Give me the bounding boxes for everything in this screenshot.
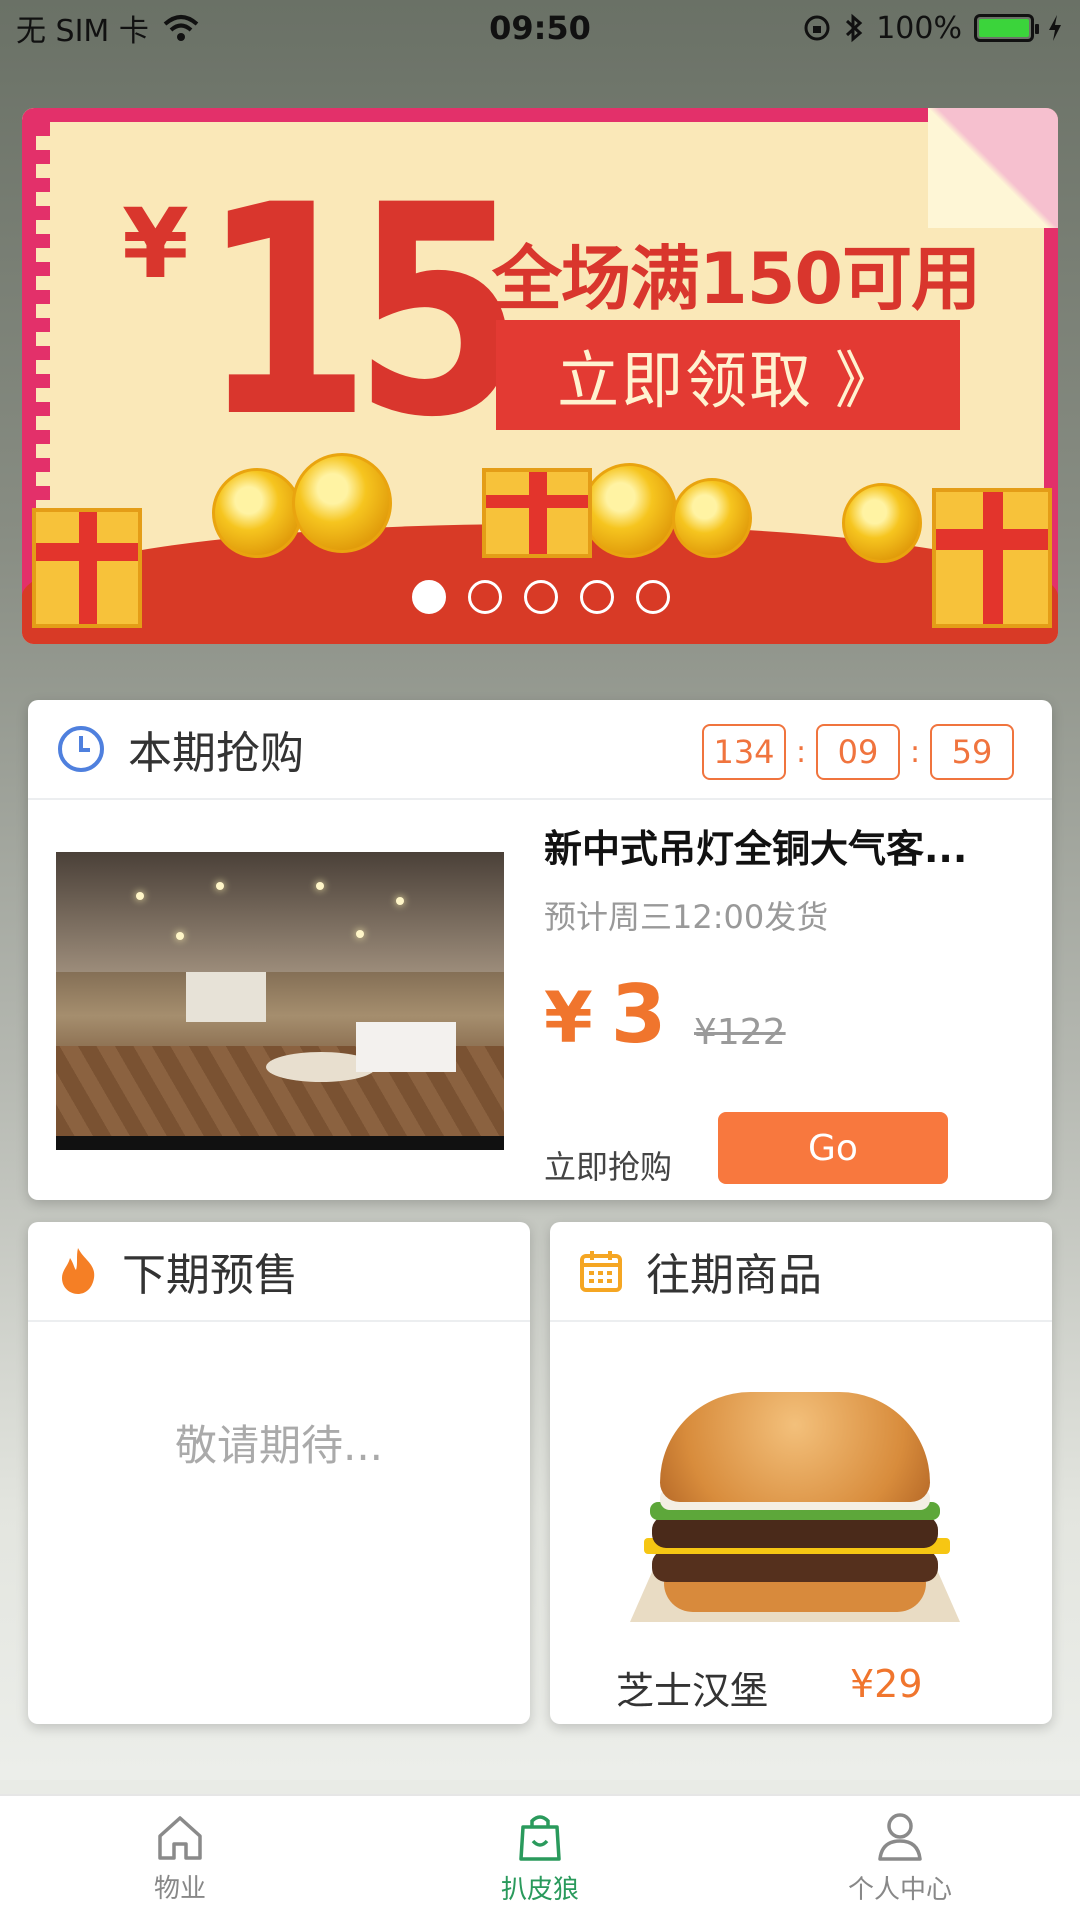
past-item-price: ¥29 — [850, 1662, 923, 1706]
tab-profile[interactable]: 个人中心 — [720, 1796, 1080, 1920]
flash-sale-card[interactable]: 本期抢购 134 : 09 : 59 新中式吊灯全铜大气客... 预计周三12:… — [28, 700, 1052, 1200]
pagination-dot[interactable] — [524, 580, 558, 614]
past-items-header: 往期商品 — [550, 1222, 1052, 1322]
charging-icon — [1049, 15, 1061, 41]
go-button[interactable]: Go — [718, 1112, 948, 1184]
presale-title: 下期预售 — [122, 1250, 298, 1301]
pagination-dot[interactable] — [580, 580, 614, 614]
bottom-tab-bar: 物业 扒皮狼 个人中心 — [0, 1794, 1080, 1920]
product-name[interactable]: 新中式吊灯全铜大气客... — [544, 818, 967, 873]
tab-property[interactable]: 物业 — [0, 1796, 360, 1920]
sale-price: ¥3 — [544, 968, 666, 1061]
banner-page-curl — [928, 108, 1058, 228]
price-currency: ¥ — [544, 977, 593, 1059]
tab-shop[interactable]: 扒皮狼 — [360, 1796, 720, 1920]
original-price: ¥122 — [694, 1012, 786, 1053]
home-icon — [158, 1815, 202, 1860]
coming-soon-text: 敬请期待... — [174, 1421, 384, 1470]
battery-icon — [974, 14, 1039, 42]
calendar-icon — [580, 1251, 622, 1292]
battery-percent: 100% — [876, 10, 962, 46]
flash-sale-title: 本期抢购 — [128, 728, 304, 779]
flame-icon — [62, 1248, 95, 1294]
coin-icon — [292, 453, 392, 553]
clock: 09:50 — [489, 9, 591, 47]
price-value: 3 — [610, 968, 667, 1061]
product-image[interactable] — [56, 852, 504, 1150]
banner-amount: 15 — [200, 144, 524, 481]
gift-box-icon — [32, 508, 142, 628]
person-icon — [878, 1812, 922, 1861]
banner-currency: ¥ — [122, 188, 189, 300]
timer-seconds: 59 — [930, 724, 1014, 780]
banner-headline: 全场满150可用 — [492, 238, 981, 320]
tab-label: 个人中心 — [847, 1874, 952, 1905]
pagination-dot[interactable] — [636, 580, 670, 614]
coin-icon — [672, 478, 752, 558]
coin-icon — [842, 483, 922, 563]
presale-card[interactable]: 下期预售 敬请期待... — [28, 1222, 530, 1724]
carrier-label: 无 SIM 卡 — [16, 14, 149, 49]
timer-separator: : — [909, 734, 921, 770]
tab-label: 物业 — [153, 1873, 206, 1904]
timer-minutes: 09 — [816, 724, 900, 780]
coin-icon — [212, 468, 302, 558]
burger-image[interactable] — [630, 1392, 960, 1632]
banner-pagination[interactable] — [412, 580, 670, 614]
status-bar: 无 SIM 卡 09:50 100% — [0, 0, 1080, 56]
coin-icon — [582, 463, 677, 558]
tab-label: 扒皮狼 — [500, 1874, 579, 1905]
countdown-timer: 134 : 09 : 59 — [702, 724, 1014, 780]
clock-icon — [58, 726, 104, 772]
past-items-title: 往期商品 — [646, 1250, 822, 1301]
past-items-card[interactable]: 往期商品 芝士汉堡 ¥29 — [550, 1222, 1052, 1724]
pagination-dot[interactable] — [412, 580, 446, 614]
gift-box-icon — [482, 468, 592, 558]
bluetooth-icon — [846, 13, 863, 43]
orientation-lock-icon — [804, 15, 830, 41]
shopping-bag-icon — [519, 1814, 561, 1861]
promo-banner[interactable]: ¥ 15 全场满150可用 立即领取 》 — [22, 108, 1058, 644]
banner-claim-button[interactable]: 立即领取 》 — [496, 320, 960, 430]
gift-box-icon — [932, 488, 1052, 628]
shipping-info: 预计周三12:00发货 — [544, 898, 829, 936]
buy-now-label: 立即抢购 — [544, 1148, 673, 1186]
past-item-name: 芝士汉堡 — [616, 1669, 769, 1713]
timer-hours: 134 — [702, 724, 786, 780]
pagination-dot[interactable] — [468, 580, 502, 614]
wifi-icon — [163, 15, 199, 41]
presale-header: 下期预售 — [28, 1222, 530, 1322]
timer-separator: : — [795, 734, 807, 770]
